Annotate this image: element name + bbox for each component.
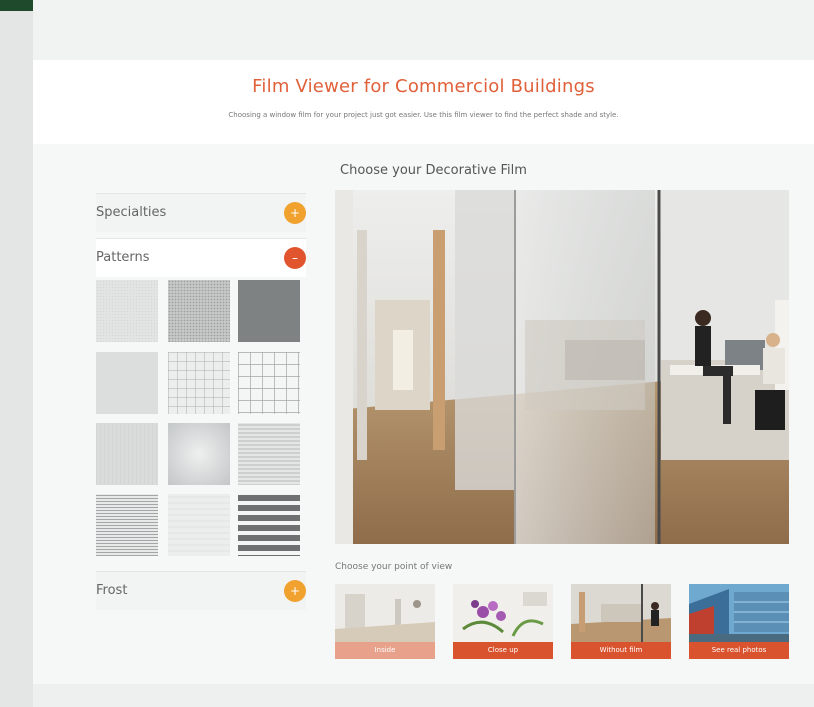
pov-label-close-up: Close up	[453, 642, 553, 659]
pattern-swatch-grid	[96, 280, 304, 558]
pov-thumb-close-up	[453, 584, 553, 642]
plus-icon[interactable]: +	[284, 580, 306, 602]
pov-option-inside[interactable]: Inside	[335, 584, 435, 659]
pov-label-inside: Inside	[335, 642, 435, 659]
pattern-swatch[interactable]	[96, 280, 158, 342]
accordion-frost[interactable]: Frost +	[96, 571, 306, 610]
pov-option-real-photos[interactable]: See real photos	[689, 584, 789, 659]
pov-thumb-real-photos	[689, 584, 789, 642]
office-preview-image	[335, 190, 789, 544]
pattern-swatch[interactable]	[96, 423, 158, 485]
pov-label-real-photos: See real photos	[689, 642, 789, 659]
pattern-swatch[interactable]	[168, 423, 230, 485]
corner-mark	[0, 0, 33, 11]
page-header: Film Viewer for Commerciol Buildings Cho…	[33, 60, 814, 144]
pov-heading: Choose your point of view	[335, 562, 453, 572]
pov-option-without-film[interactable]: Without film	[571, 584, 671, 659]
footer-band	[33, 684, 814, 707]
pattern-swatch[interactable]	[168, 352, 230, 414]
accordion-label-specialties: Specialties	[96, 205, 167, 220]
film-viewer: Specialties + Patterns – Frost + Choose …	[33, 144, 814, 684]
left-rail	[0, 0, 33, 707]
pattern-swatch[interactable]	[96, 494, 158, 556]
pattern-swatch[interactable]	[96, 352, 158, 414]
pov-thumb-without-film	[571, 584, 671, 642]
pov-thumb-inside	[335, 584, 435, 642]
choose-film-heading: Choose your Decorative Film	[340, 163, 527, 178]
accordion-specialties[interactable]: Specialties +	[96, 193, 306, 232]
pattern-swatch[interactable]	[238, 280, 300, 342]
page-subtitle: Choosing a window film for your project …	[228, 111, 619, 119]
top-band	[33, 0, 814, 60]
plus-icon[interactable]: +	[284, 202, 306, 224]
pattern-swatch[interactable]	[238, 352, 300, 414]
page-title: Film Viewer for Commerciol Buildings	[252, 76, 595, 97]
accordion-patterns[interactable]: Patterns –	[96, 238, 306, 277]
pattern-swatch[interactable]	[168, 280, 230, 342]
pattern-swatch[interactable]	[238, 494, 300, 556]
accordion-label-frost: Frost	[96, 583, 128, 598]
pov-label-without-film: Without film	[571, 642, 671, 659]
pov-option-close-up[interactable]: Close up	[453, 584, 553, 659]
minus-icon[interactable]: –	[284, 247, 306, 269]
pattern-swatch[interactable]	[238, 423, 300, 485]
pattern-swatch[interactable]	[168, 494, 230, 556]
accordion-label-patterns: Patterns	[96, 250, 150, 265]
